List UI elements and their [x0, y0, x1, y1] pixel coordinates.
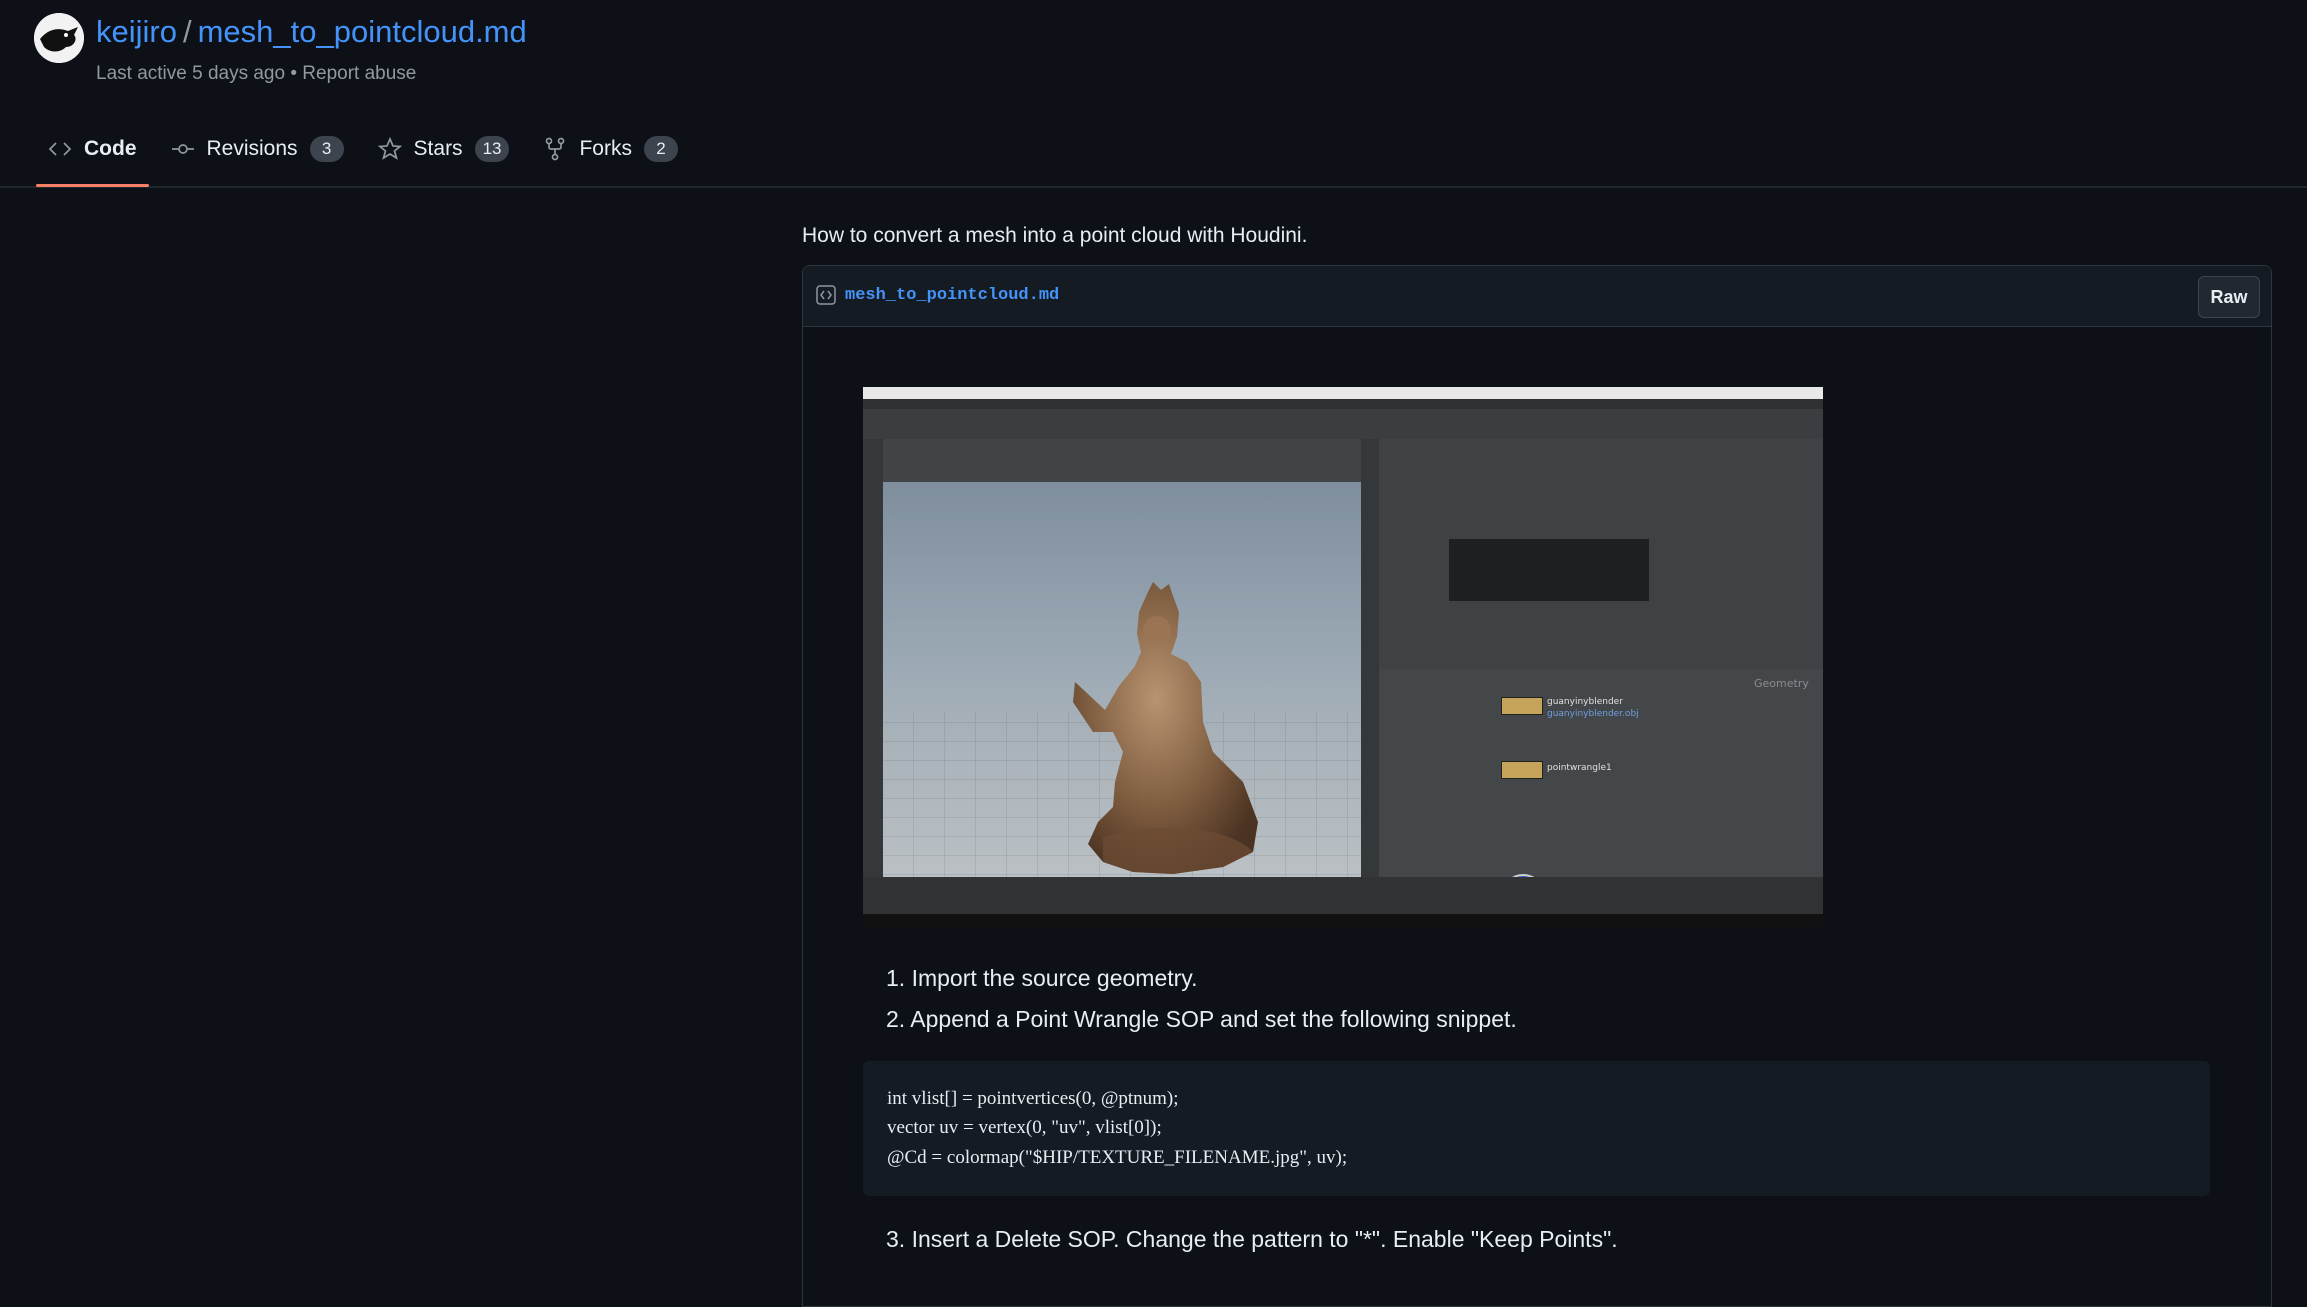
gist-header: keijiro / mesh_to_pointcloud.md Last activ…	[0, 0, 2307, 188]
file-node-label: guanyinyblender	[1547, 697, 1623, 707]
wrangle-node-label: pointwrangle1	[1547, 763, 1612, 773]
file-header: mesh_to_pointcloud.md Raw	[803, 266, 2271, 327]
tab-stars[interactable]: Stars 13	[366, 126, 522, 172]
tab-code[interactable]: Code	[36, 126, 149, 187]
code-line-2: vector uv = vertex(0, "uv", vlist[0]);	[887, 1117, 1162, 1138]
tab-revisions-label: Revisions	[206, 137, 298, 160]
screenshot-parameter-pane	[1379, 439, 1823, 669]
raw-button[interactable]: Raw	[2198, 276, 2260, 318]
wrangle-node	[1501, 761, 1543, 779]
step-3: 3. Insert a Delete SOP. Change the patte…	[886, 1226, 1618, 1252]
forks-count: 2	[643, 136, 678, 162]
gist-title: keijiro / mesh_to_pointcloud.md	[96, 14, 527, 50]
code-line-1: int vlist[] = pointvertices(0, @ptnum);	[887, 1088, 1179, 1109]
screenshot-mid-toolbar	[1361, 439, 1379, 914]
owner-link[interactable]: keijiro	[96, 14, 177, 49]
file-node-path: guanyinyblender.obj	[1547, 709, 1639, 719]
fork-icon	[546, 137, 565, 161]
screenshot-left-toolbar	[863, 439, 883, 914]
last-active-text: Last active 5 days ago	[96, 63, 286, 84]
title-separator: /	[182, 14, 192, 49]
gist-meta: Last active 5 days ago • Report abuse	[96, 63, 416, 85]
tab-stars-label: Stars	[413, 137, 463, 160]
file-code-icon	[816, 285, 836, 305]
tab-forks[interactable]: Forks 2	[531, 126, 690, 172]
report-abuse-link[interactable]: Report abuse	[302, 63, 416, 84]
revisions-count: 3	[309, 136, 344, 162]
code-icon	[48, 142, 72, 156]
code-block: int vlist[] = pointvertices(0, @ptnum); …	[863, 1061, 2210, 1196]
step-1: 1. Import the source geometry.	[886, 965, 1198, 991]
screenshot-menubar	[863, 399, 1823, 409]
file-node	[1501, 697, 1543, 715]
code-line-3: @Cd = colormap("$HIP/TEXTURE_FILENAME.jp…	[887, 1147, 1348, 1168]
gist-tabs: Code Revisions 3 Stars 13 Forks 2	[36, 126, 700, 187]
gist-name-link[interactable]: mesh_to_pointcloud.md	[198, 14, 527, 49]
gist-description: How to convert a mesh into a point cloud…	[802, 224, 1308, 247]
tab-code-label: Code	[84, 137, 137, 160]
tab-forks-label: Forks	[579, 137, 632, 160]
network-context-label: Geometry	[1754, 677, 1809, 690]
screenshot-viewport-header	[883, 439, 1361, 482]
step-2: 2. Append a Point Wrangle SOP and set th…	[886, 1006, 1517, 1032]
screenshot-shelf	[863, 409, 1823, 440]
tab-revisions[interactable]: Revisions 3	[159, 126, 356, 172]
meta-bullet: •	[290, 63, 298, 84]
file-name-link[interactable]: mesh_to_pointcloud.md	[845, 286, 1059, 305]
houdini-screenshot: Geometry guanyinyblender guanyinyblender…	[863, 387, 1823, 927]
screenshot-titlebar	[863, 387, 1823, 399]
star-icon	[377, 137, 402, 160]
statue-model	[1073, 582, 1258, 874]
screenshot-taskbar	[863, 914, 1823, 927]
avatar[interactable]	[34, 13, 84, 63]
commit-icon	[171, 144, 194, 154]
screenshot-vex-editor	[1449, 539, 1649, 601]
stars-count: 13	[474, 136, 510, 162]
screenshot-viewport	[883, 482, 1361, 912]
screenshot-timeline	[863, 877, 1823, 914]
